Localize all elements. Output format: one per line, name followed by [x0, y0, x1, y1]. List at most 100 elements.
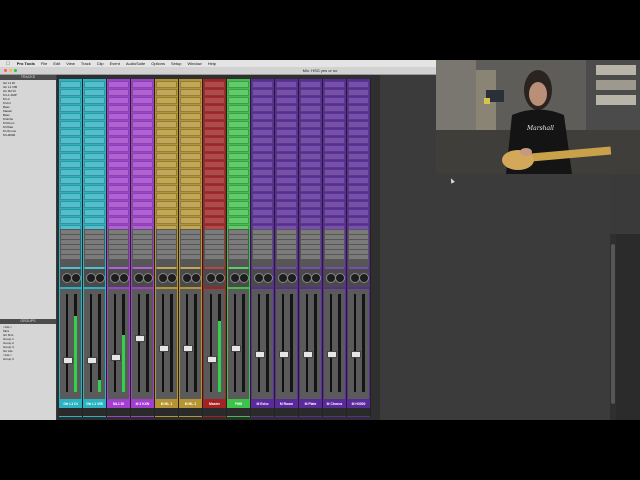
insert-slot[interactable]	[300, 129, 321, 136]
insert-slot[interactable]	[348, 145, 369, 152]
scrollbar-thumb[interactable]	[611, 244, 615, 404]
insert-slot[interactable]	[60, 201, 81, 208]
insert-slot[interactable]	[276, 201, 297, 208]
insert-slot[interactable]	[156, 97, 177, 104]
insert-slot[interactable]	[276, 137, 297, 144]
insert-slot[interactable]	[324, 153, 345, 160]
io-selector[interactable]	[85, 230, 104, 234]
insert-slot[interactable]	[204, 177, 225, 184]
insert-slot[interactable]	[132, 105, 153, 112]
menu-setup[interactable]: Setup	[171, 61, 181, 66]
insert-slot[interactable]	[60, 129, 81, 136]
insert-slot[interactable]	[132, 169, 153, 176]
insert-slot[interactable]	[180, 113, 201, 120]
io-selector[interactable]	[181, 240, 200, 244]
io-selector[interactable]	[181, 235, 200, 239]
insert-slot[interactable]	[180, 121, 201, 128]
io-selector[interactable]	[205, 245, 224, 249]
io-selector[interactable]	[133, 240, 152, 244]
insert-slot[interactable]	[228, 217, 249, 224]
io-selector[interactable]	[301, 255, 320, 259]
insert-slot[interactable]	[300, 161, 321, 168]
insert-slot[interactable]	[300, 113, 321, 120]
insert-slot[interactable]	[348, 105, 369, 112]
insert-slot[interactable]	[228, 137, 249, 144]
insert-slot[interactable]	[60, 169, 81, 176]
insert-slot[interactable]	[324, 97, 345, 104]
pan-knob[interactable]	[119, 273, 129, 283]
insert-slot[interactable]	[228, 161, 249, 168]
insert-slot[interactable]	[324, 169, 345, 176]
io-selector[interactable]	[157, 250, 176, 254]
insert-slot[interactable]	[252, 185, 273, 192]
insert-slot[interactable]	[132, 217, 153, 224]
insert-slot[interactable]	[132, 153, 153, 160]
insert-slot[interactable]	[252, 193, 273, 200]
insert-slot[interactable]	[84, 201, 105, 208]
io-selector[interactable]	[109, 240, 128, 244]
insert-slot[interactable]	[84, 153, 105, 160]
io-selector[interactable]	[157, 255, 176, 259]
insert-slot[interactable]	[276, 97, 297, 104]
insert-slot[interactable]	[228, 169, 249, 176]
insert-slot[interactable]	[300, 193, 321, 200]
insert-slot[interactable]	[348, 169, 369, 176]
insert-slot[interactable]	[84, 145, 105, 152]
insert-slot[interactable]	[324, 185, 345, 192]
channel-comments[interactable]	[323, 408, 346, 416]
insert-slot[interactable]	[60, 145, 81, 152]
insert-slot[interactable]	[156, 169, 177, 176]
io-selector[interactable]	[61, 245, 80, 249]
io-selector[interactable]	[205, 235, 224, 239]
insert-slot[interactable]	[276, 105, 297, 112]
insert-slot[interactable]	[84, 193, 105, 200]
insert-slot[interactable]	[348, 193, 369, 200]
io-selector[interactable]	[277, 250, 296, 254]
channel-name[interactable]: Gtr L1 DI	[59, 401, 82, 407]
insert-slot[interactable]	[180, 193, 201, 200]
channel-comments[interactable]	[83, 408, 106, 416]
insert-slot[interactable]	[348, 121, 369, 128]
insert-slot[interactable]	[108, 185, 129, 192]
io-selector[interactable]	[277, 230, 296, 234]
insert-slot[interactable]	[180, 217, 201, 224]
io-selector[interactable]	[349, 230, 368, 234]
insert-slot[interactable]	[324, 121, 345, 128]
insert-slot[interactable]	[180, 89, 201, 96]
insert-slot[interactable]	[228, 153, 249, 160]
io-selector[interactable]	[85, 240, 104, 244]
channel-comments[interactable]	[227, 408, 250, 416]
io-selector[interactable]	[253, 230, 272, 234]
insert-slot[interactable]	[84, 185, 105, 192]
insert-slot[interactable]	[60, 161, 81, 168]
insert-slot[interactable]	[300, 217, 321, 224]
channel-name[interactable]: M H3000	[347, 401, 370, 407]
insert-slot[interactable]	[180, 145, 201, 152]
insert-slot[interactable]	[204, 169, 225, 176]
io-selector[interactable]	[133, 255, 152, 259]
insert-slot[interactable]	[348, 201, 369, 208]
insert-slot[interactable]	[60, 209, 81, 216]
insert-slot[interactable]	[108, 193, 129, 200]
insert-slot[interactable]	[156, 129, 177, 136]
menu-window[interactable]: Window	[187, 61, 201, 66]
insert-slot[interactable]	[204, 201, 225, 208]
insert-slot[interactable]	[300, 97, 321, 104]
io-selector[interactable]	[109, 235, 128, 239]
insert-slot[interactable]	[132, 89, 153, 96]
insert-slot[interactable]	[324, 81, 345, 88]
insert-slot[interactable]	[348, 153, 369, 160]
channel-name[interactable]: Master	[203, 401, 226, 407]
io-selector[interactable]	[181, 245, 200, 249]
insert-slot[interactable]	[228, 105, 249, 112]
volume-fader[interactable]	[183, 345, 193, 352]
io-selector[interactable]	[349, 235, 368, 239]
io-selector[interactable]	[133, 250, 152, 254]
insert-slot[interactable]	[348, 129, 369, 136]
insert-slot[interactable]	[300, 137, 321, 144]
channel-name[interactable]: M ML 1	[155, 401, 178, 407]
insert-slot[interactable]	[180, 153, 201, 160]
volume-fader[interactable]	[159, 345, 169, 352]
io-selector[interactable]	[229, 255, 248, 259]
insert-slot[interactable]	[228, 81, 249, 88]
